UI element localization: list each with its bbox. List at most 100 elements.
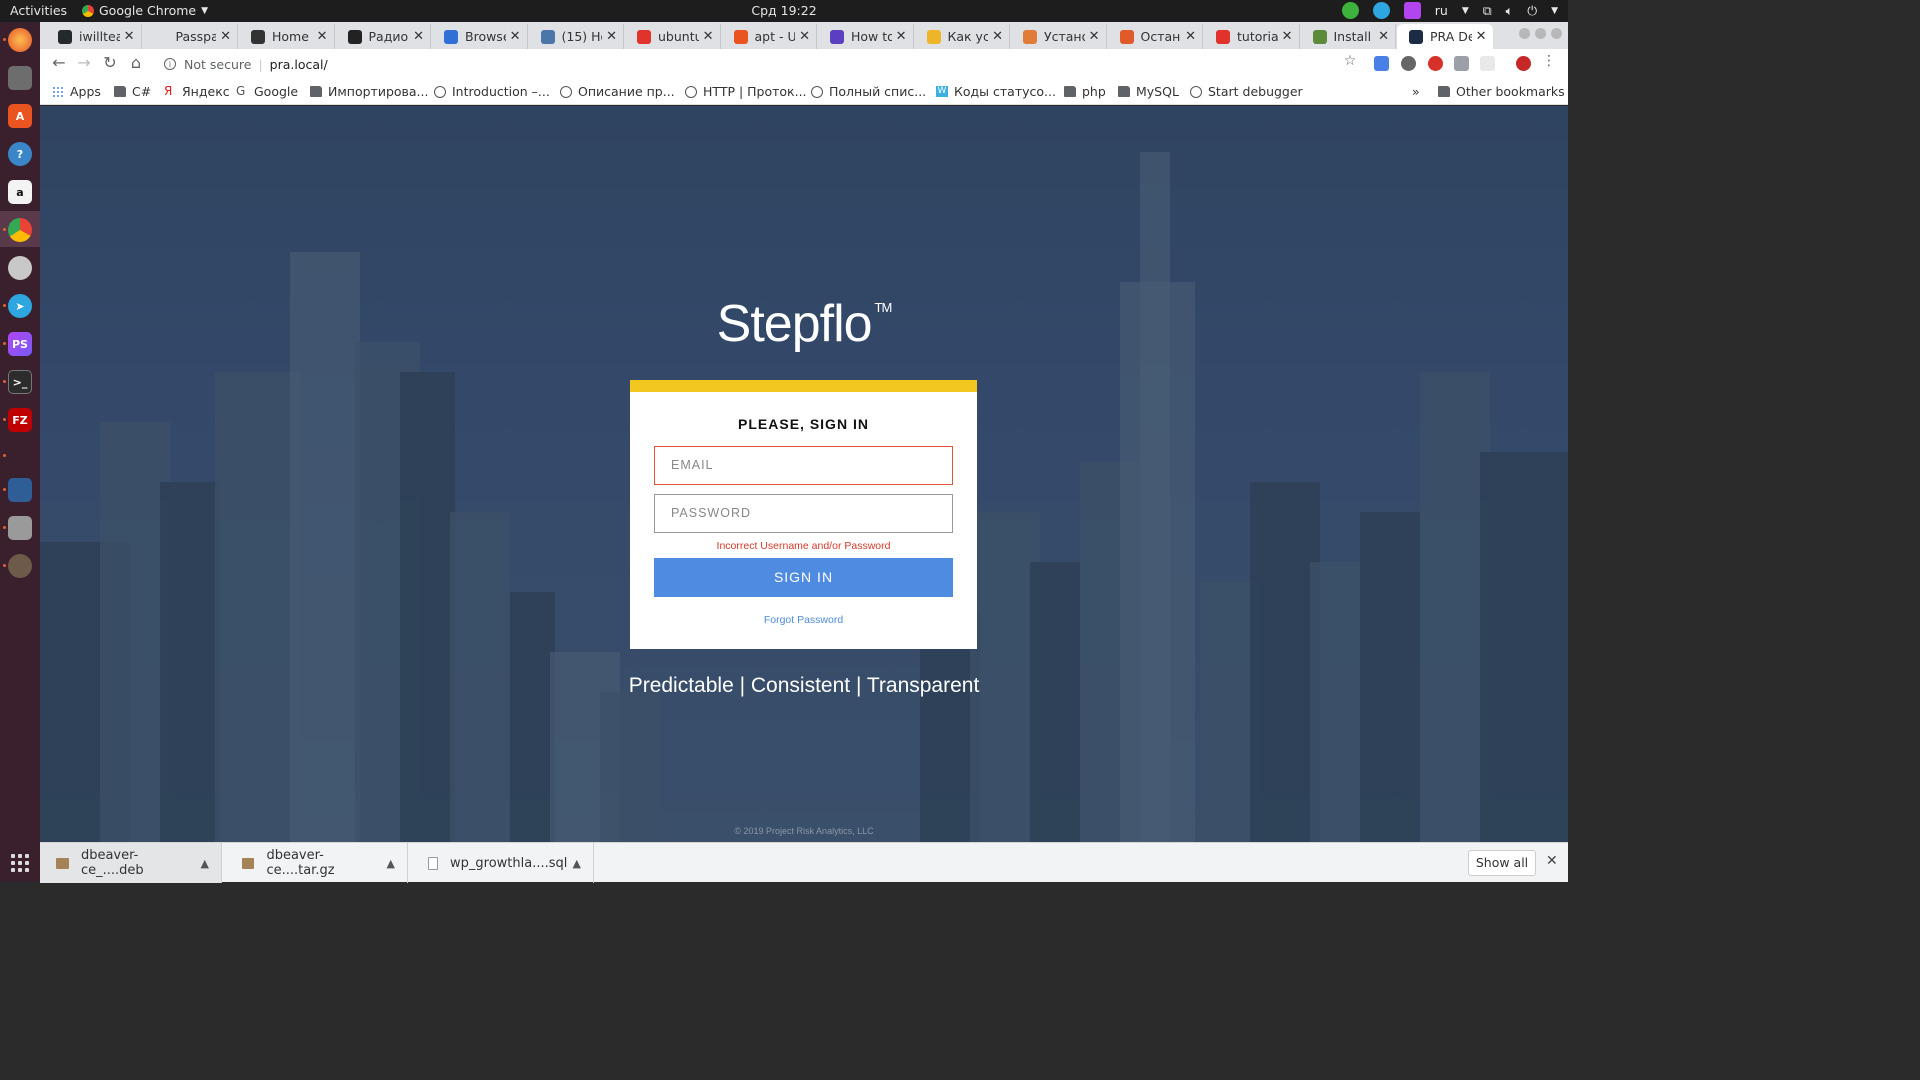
browser-tab[interactable]: Home Page ✕: [239, 24, 335, 49]
show-applications-icon[interactable]: [11, 854, 29, 872]
browser-tab[interactable]: Как уст✕: [915, 24, 1010, 49]
browser-tab[interactable]: (15) Ho✕: [529, 24, 624, 49]
file-manager-icon[interactable]: [8, 66, 32, 90]
extension-icon[interactable]: [1480, 56, 1495, 71]
tab-close-icon[interactable]: ✕: [413, 29, 424, 44]
chrome-dock-icon[interactable]: [8, 218, 32, 242]
chevron-up-icon[interactable]: ▲: [201, 857, 209, 870]
remmina-icon[interactable]: [8, 478, 32, 502]
bookmark-item[interactable]: Я Яндекс: [164, 84, 230, 99]
bookmarks-overflow-button[interactable]: »: [1412, 84, 1420, 99]
bookmark-item[interactable]: Импортирова...: [310, 84, 428, 99]
vue-devtools-icon[interactable]: [1454, 56, 1469, 71]
bookmark-item[interactable]: Описание пр...: [560, 84, 675, 99]
tab-close-icon[interactable]: ✕: [1282, 29, 1293, 44]
software-center-icon[interactable]: A: [8, 104, 32, 128]
power-icon[interactable]: ⏻: [1527, 3, 1537, 19]
bookmark-item[interactable]: Introduction –...: [434, 84, 550, 99]
bookmark-item[interactable]: Apps: [52, 84, 101, 99]
bookmark-item[interactable]: Start debugger: [1190, 84, 1303, 99]
gear-extension-icon[interactable]: [1401, 56, 1416, 71]
terminal-icon[interactable]: >_: [8, 370, 32, 394]
amazon-icon[interactable]: a: [8, 180, 32, 204]
tab-close-icon[interactable]: ✕: [510, 29, 521, 44]
check-status-icon[interactable]: [1341, 2, 1359, 19]
tab-close-icon[interactable]: ✕: [799, 29, 810, 44]
bookmark-item[interactable]: HTTP | Проток...: [685, 84, 807, 99]
tab-close-icon[interactable]: ✕: [1378, 29, 1389, 44]
keyboard-layout-indicator[interactable]: ru: [1435, 3, 1448, 18]
sign-in-button[interactable]: SIGN IN: [654, 558, 953, 597]
bookmark-item[interactable]: W Коды статусо...: [936, 84, 1056, 99]
password-field[interactable]: PASSWORD: [654, 494, 953, 533]
browser-tab[interactable]: ubuntu ✕: [625, 24, 721, 49]
close-window-button[interactable]: [1551, 28, 1562, 39]
star-icon[interactable]: ☆: [1339, 53, 1361, 69]
home-icon[interactable]: ⌂: [125, 53, 147, 72]
other-bookmarks[interactable]: Other bookmarks: [1438, 84, 1565, 99]
show-all-downloads-button[interactable]: Show all: [1468, 850, 1536, 876]
menu-kebab-icon[interactable]: ⋮: [1538, 53, 1560, 69]
browser-tab[interactable]: iwillteach ✕: [46, 24, 142, 49]
translate-extension-icon[interactable]: [1374, 56, 1389, 71]
phpstorm-icon[interactable]: PS: [8, 332, 32, 356]
gimp-icon[interactable]: [8, 554, 32, 578]
help-icon[interactable]: ?: [8, 142, 32, 166]
telegram-tray-icon[interactable]: [1372, 2, 1390, 19]
tab-close-icon[interactable]: ✕: [1185, 29, 1196, 44]
firefox-icon[interactable]: [8, 28, 32, 52]
avatar[interactable]: [1516, 56, 1531, 71]
info-icon[interactable]: i: [164, 58, 176, 70]
tab-close-icon[interactable]: ✕: [992, 29, 1003, 44]
tab-close-icon[interactable]: ✕: [317, 29, 328, 44]
browser-tab[interactable]: tutoria ✕: [1204, 24, 1300, 49]
email-field[interactable]: EMAIL: [654, 446, 953, 485]
filezilla-icon[interactable]: FZ: [8, 408, 32, 432]
browser-tab[interactable]: Устано ✕: [1011, 24, 1107, 49]
reload-icon[interactable]: ↻: [99, 53, 121, 72]
activities-button[interactable]: Activities: [10, 3, 67, 18]
browser-tab[interactable]: Install ✕: [1301, 24, 1396, 49]
download-item[interactable]: wp_growthla....sql ▲: [412, 843, 594, 883]
download-item[interactable]: dbeaver-ce....tar.gz ▲: [226, 843, 408, 883]
tab-close-icon[interactable]: ✕: [1476, 29, 1487, 44]
browser-tab[interactable]: Радио ✕: [336, 24, 431, 49]
security-indicator[interactable]: Not secure: [184, 57, 251, 72]
volume-icon[interactable]: 🔈︎: [1506, 3, 1514, 19]
browser-tab[interactable]: Останс✕: [1108, 24, 1203, 49]
tab-close-icon[interactable]: ✕: [124, 29, 135, 44]
bookmark-item[interactable]: MySQL: [1118, 84, 1179, 99]
forward-arrow-icon[interactable]: →: [73, 53, 95, 72]
browser-tab[interactable]: Browser ✕: [432, 24, 528, 49]
forgot-password-link[interactable]: Forgot Password: [630, 614, 977, 626]
clock[interactable]: Срд 19:22: [751, 3, 816, 18]
chevron-up-icon[interactable]: ▲: [573, 857, 581, 870]
bookmark-item[interactable]: php: [1064, 84, 1106, 99]
app-menu[interactable]: Google Chrome ▼: [82, 3, 208, 18]
download-item[interactable]: dbeaver-ce_....deb ▲: [40, 843, 222, 883]
maximize-button[interactable]: [1535, 28, 1546, 39]
network-icon[interactable]: ⧉: [1483, 3, 1492, 19]
url-text[interactable]: pra.local/: [270, 57, 328, 72]
printer-icon[interactable]: [8, 516, 32, 540]
phpstorm-tray-icon[interactable]: [1403, 2, 1421, 19]
bookmark-item[interactable]: Полный спис...: [811, 84, 926, 99]
browser-tab[interactable]: apt - Ur✕: [722, 24, 817, 49]
back-arrow-icon[interactable]: ←: [48, 53, 70, 72]
adblock-extension-icon[interactable]: [1428, 56, 1443, 71]
settings-icon[interactable]: [8, 256, 32, 280]
telegram-icon[interactable]: ➤: [8, 294, 32, 318]
address-bar[interactable]: i Not secure | pra.local/: [160, 52, 1350, 76]
tab-close-icon[interactable]: ✕: [1089, 29, 1100, 44]
tab-close-icon[interactable]: ✕: [703, 29, 714, 44]
bookmark-item[interactable]: G Google: [236, 84, 298, 99]
browser-tab[interactable]: PRA De ✕: [1397, 24, 1493, 49]
minimize-button[interactable]: [1519, 28, 1530, 39]
tab-close-icon[interactable]: ✕: [220, 29, 231, 44]
browser-tab[interactable]: Passpart✕: [143, 24, 238, 49]
bookmark-item[interactable]: C#: [114, 84, 151, 99]
tab-close-icon[interactable]: ✕: [896, 29, 907, 44]
browser-tab[interactable]: How to ✕: [818, 24, 914, 49]
close-icon[interactable]: ✕: [1546, 853, 1558, 869]
chevron-up-icon[interactable]: ▲: [387, 857, 395, 870]
